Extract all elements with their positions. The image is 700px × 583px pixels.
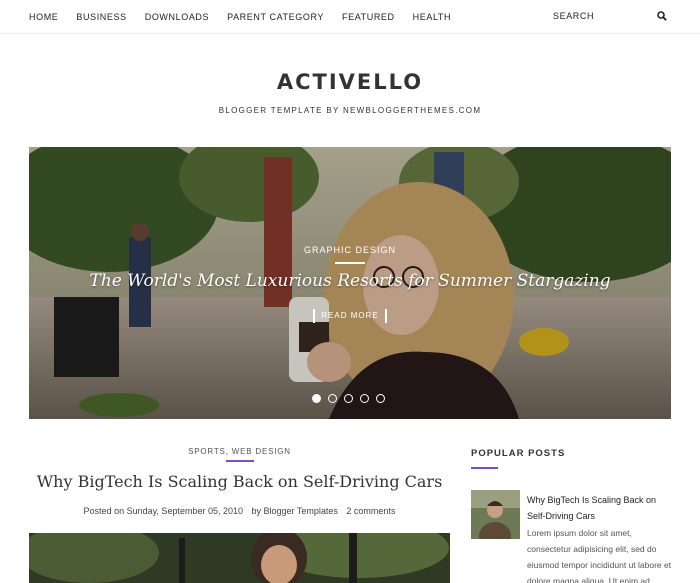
search-icon[interactable]: [657, 11, 667, 21]
post-title[interactable]: Why BigTech Is Scaling Back on Self-Driv…: [29, 472, 450, 491]
post-categories-underline: [226, 460, 254, 462]
hero-category-underline: [335, 262, 365, 264]
slider-dot[interactable]: [376, 394, 385, 403]
search-input[interactable]: SEARCH: [553, 11, 594, 21]
post-date: Posted on Sunday, September 05, 2010: [83, 506, 243, 516]
nav-item-home[interactable]: HOME: [29, 12, 58, 22]
nav-item-health[interactable]: HEALTH: [413, 12, 451, 22]
nav-item-parent-category[interactable]: PARENT CATEGORY: [227, 12, 324, 22]
post-thumbnail[interactable]: [29, 533, 450, 583]
site-tagline: BLOGGER TEMPLATE BY NEWBLOGGERTHEMES.COM: [218, 106, 482, 115]
popular-post-title[interactable]: Why BigTech Is Scaling Back on Self-Driv…: [527, 492, 677, 524]
popular-post-thumbnail[interactable]: [471, 490, 520, 539]
featured-slider[interactable]: GRAPHIC DESIGN The World's Most Luxuriou…: [29, 147, 671, 419]
post-comments[interactable]: 2 comments: [346, 506, 395, 516]
top-navigation: HOME BUSINESS DOWNLOADS PARENT CATEGORY …: [0, 0, 700, 34]
hero-category[interactable]: GRAPHIC DESIGN: [29, 245, 671, 255]
popular-post-image: [471, 490, 520, 539]
popular-post-excerpt: Lorem ipsum dolor sit amet, consectetur …: [527, 528, 672, 583]
post-image-scene: [29, 533, 450, 583]
nav-item-downloads[interactable]: DOWNLOADS: [145, 12, 209, 22]
post-author[interactable]: by Blogger Templates: [252, 506, 338, 516]
read-more-button[interactable]: READ MORE: [313, 309, 387, 323]
slider-dot[interactable]: [312, 394, 321, 403]
popular-posts-underline: [471, 467, 498, 469]
slider-dot[interactable]: [328, 394, 337, 403]
nav-item-business[interactable]: BUSINESS: [76, 12, 126, 22]
popular-posts-title: POPULAR POSTS: [471, 448, 566, 459]
nav-item-featured[interactable]: FEATURED: [342, 12, 395, 22]
main-menu: HOME BUSINESS DOWNLOADS PARENT CATEGORY …: [29, 0, 469, 34]
slider-dot[interactable]: [360, 394, 369, 403]
post-meta: Posted on Sunday, September 05, 2010 by …: [29, 506, 450, 516]
slider-dot[interactable]: [344, 394, 353, 403]
slider-dots: [312, 394, 392, 403]
post-categories[interactable]: SPORTS, WEB DESIGN: [29, 447, 450, 456]
site-title[interactable]: ACTIVELLO: [0, 70, 700, 94]
hero-title[interactable]: The World's Most Luxurious Resorts for S…: [29, 271, 671, 291]
